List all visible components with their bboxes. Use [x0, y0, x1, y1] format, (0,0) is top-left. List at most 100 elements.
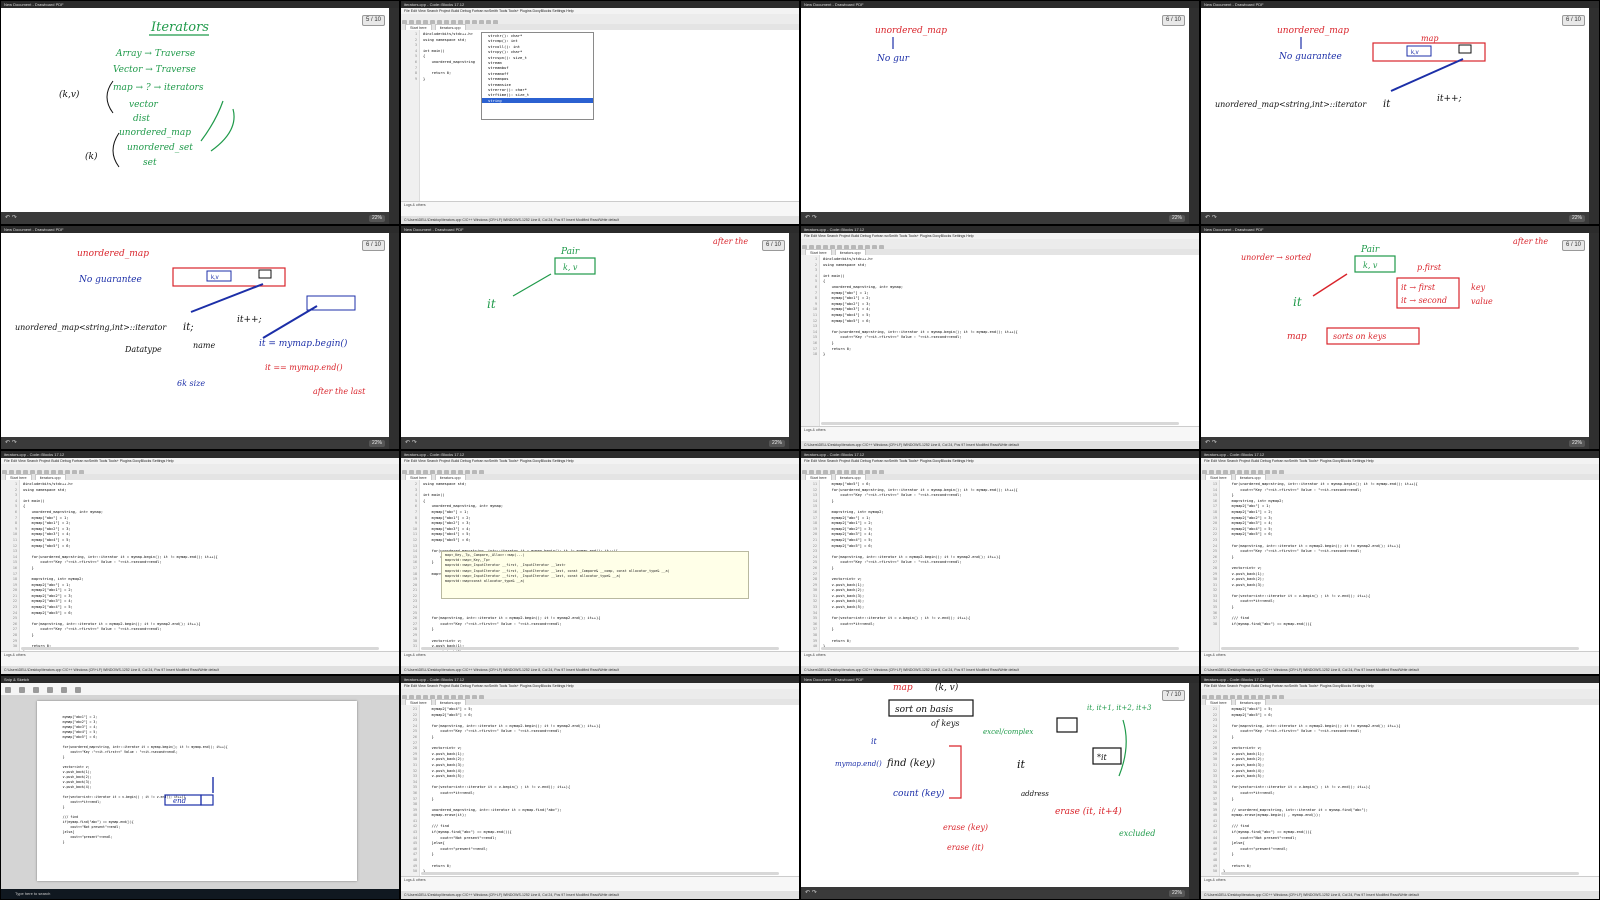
zoom-level[interactable]: 22% [368, 440, 385, 447]
status-bar: C:\Users\DELL\Desktop\iterators.cpp C/C+… [1201, 666, 1599, 674]
code-text[interactable]: #include<bits/stdc++.h> using namespace s… [823, 257, 1193, 358]
zoom-level[interactable]: 22% [768, 440, 785, 447]
whiteboard-tile-1: New Document - Drawboard PDF 5 / 10 Iter… [1, 1, 399, 224]
ink-text: key [1471, 283, 1486, 292]
undo-icon[interactable]: ↶ ↷ [5, 215, 17, 222]
code-text[interactable]: #include<bits/stdc++.h> using namespace s… [423, 32, 793, 82]
ink-text: sort on basis [895, 705, 954, 715]
code-text[interactable]: mymap["abc5"] = 6; for(unordered_map<str… [823, 482, 1193, 650]
line-numbers: 1 2 3 4 5 6 7 8 9 10 11 12 13 14 15 16 1… [812, 257, 817, 357]
zoom-level[interactable]: 22% [368, 215, 385, 222]
bottom-bar [401, 437, 789, 449]
whiteboard-tile-3: New Document - Drawboard PDF 6 / 10 unor… [801, 1, 1199, 224]
ink-text: of keys [931, 719, 960, 728]
horizontal-scrollbar[interactable] [21, 647, 379, 650]
code-text[interactable]: mymap2["abc4"] = 5; mymap2["abc5"] = 6; … [423, 707, 793, 875]
logs-panel: Logs & others [801, 426, 1199, 441]
whiteboard-tile-15: New Document - Drawboard PDF 7 / 10 map … [801, 676, 1199, 899]
undo-icon[interactable]: ↶ ↷ [805, 890, 817, 897]
code-text[interactable]: for(unordered_map<string, int>::iterator… [1223, 482, 1593, 627]
code-editor[interactable]: 21 22 23 24 25 26 27 28 29 30 31 32 33 3… [1201, 705, 1599, 877]
horizontal-scrollbar[interactable] [421, 647, 779, 650]
ink-text: excel/complex [983, 728, 1033, 736]
ink-text: map → ? → iterators [113, 83, 204, 93]
ink-layer: end [164, 777, 214, 806]
ink-text: map [1421, 34, 1438, 43]
ink-text: map [1287, 332, 1307, 342]
bottom-bar [1, 437, 389, 449]
ink-text: it [1017, 758, 1026, 771]
line-numbers: 2 3 4 5 6 7 8 9 10 11 12 13 14 15 16 17 … [412, 482, 417, 649]
ink-text: count (key) [893, 788, 945, 799]
logs-panel: Logs & others [401, 876, 799, 891]
ink-layer: Iterators Array → Traverse Vector → Trav… [59, 20, 235, 168]
whiteboard-tile-5: New Document - Drawboard PDF 6 / 10 unor… [1, 226, 399, 449]
bottom-bar [1201, 212, 1589, 224]
code-editor[interactable]: 1 2 3 4 5 6 7 8 9 #include<bits/stdc++.h… [401, 30, 799, 202]
logs-panel: Logs & others [1201, 876, 1599, 891]
ink-text: No guarantee [78, 275, 142, 285]
ide-tile-2: iterators.cpp - Code::Blocks 17.12 File … [401, 1, 799, 224]
pen-toolbar[interactable] [389, 233, 399, 449]
ink-layer: map (k, v) sort on basis of keys excel/c… [835, 682, 1155, 852]
undo-icon[interactable]: ↶ ↷ [405, 440, 417, 447]
zoom-level[interactable]: 22% [1568, 440, 1585, 447]
ink-text: it++; [237, 315, 262, 325]
code-editor[interactable]: 21 22 23 24 25 26 27 28 29 30 31 32 33 3… [401, 705, 799, 877]
autocomplete-item[interactable]: string [482, 97, 593, 104]
windows-taskbar[interactable]: Type here to search [1, 889, 399, 899]
zoom-level[interactable]: 22% [1568, 215, 1585, 222]
undo-icon[interactable]: ↶ ↷ [1205, 215, 1217, 222]
code-text[interactable]: mymap2["abc4"] = 5; mymap2["abc5"] = 6; … [1223, 707, 1593, 875]
horizontal-scrollbar[interactable] [821, 647, 1179, 650]
horizontal-scrollbar[interactable] [1221, 872, 1579, 875]
status-bar: C:\Users\DELL\Desktop\iterators.cpp C/C+… [401, 666, 799, 674]
horizontal-scrollbar[interactable] [821, 422, 1179, 425]
undo-icon[interactable]: ↶ ↷ [1205, 440, 1217, 447]
ink-text: it [1383, 99, 1391, 110]
line-numbers: 1 2 3 4 5 6 7 8 9 10 11 12 13 14 15 16 1… [12, 482, 17, 649]
ink-text: value [1471, 297, 1493, 306]
code-text[interactable]: #include<bits/stdc++.h> using namespace s… [23, 482, 393, 655]
pen-toolbar[interactable] [389, 8, 399, 224]
horizontal-scrollbar[interactable] [1221, 647, 1579, 650]
calltip-popup: map<_Key,_Tp,_Compare,_Alloc>::map(...) m… [441, 551, 749, 599]
pen-toolbar[interactable] [1589, 8, 1599, 224]
ink-text: Pair [1360, 245, 1380, 255]
whiteboard-tile-6: New Document - Drawboard PDF 6 / 10 Pair… [401, 226, 799, 449]
ink-text: erase (it) [947, 843, 984, 852]
ink-title: Iterators [150, 20, 209, 35]
pen-toolbar[interactable] [1189, 8, 1199, 224]
undo-icon[interactable]: ↶ ↷ [5, 440, 17, 447]
ink-text: name [193, 341, 216, 350]
ink-text: erase (it, it+4) [1055, 806, 1122, 817]
snip-sketch-tile-13: Snip & Sketch mymap["abc1"] = 2; mymap["… [1, 676, 399, 899]
code-editor[interactable]: 1 2 3 4 5 6 7 8 9 10 11 12 13 14 15 16 1… [1, 480, 399, 655]
pen-toolbar[interactable] [789, 233, 799, 449]
pen-toolbar[interactable] [1189, 683, 1199, 899]
undo-icon[interactable]: ↶ ↷ [805, 215, 817, 222]
ink-text: erase (key) [943, 823, 988, 832]
ink-text: mymap.end() [835, 760, 882, 768]
status-bar: C:\Users\DELL\Desktop\iterators.cpp C/C+… [1, 666, 399, 674]
status-bar: C:\Users\DELL\Desktop\iterators.cpp C/C+… [801, 666, 1199, 674]
ink-text: unordered_map [1277, 26, 1349, 36]
code-editor[interactable]: 11 12 13 14 15 16 17 18 19 20 21 22 23 2… [801, 480, 1199, 652]
window-title: iterators.cpp - Code::Blocks 17.12 [801, 451, 1199, 458]
window-title: iterators.cpp - Code::Blocks 17.12 [401, 1, 799, 8]
zoom-level[interactable]: 22% [1168, 215, 1185, 222]
autocomplete-popup[interactable]: strchr(): char* strcmp(): int strcoll(): i… [481, 32, 594, 120]
ink-text: unordered_map [119, 128, 191, 138]
status-bar: C:\Users\DELL\Desktop\iterators.cpp C/C+… [801, 441, 1199, 449]
pen-toolbar[interactable] [1589, 233, 1599, 449]
ink-text: it → first [1401, 283, 1436, 292]
ink-text: p.first [1417, 263, 1442, 272]
code-editor[interactable]: 13 14 15 16 17 18 19 20 21 22 23 24 25 2… [1201, 480, 1599, 652]
window-title: iterators.cpp - Code::Blocks 17.12 [401, 676, 799, 683]
code-editor[interactable]: 1 2 3 4 5 6 7 8 9 10 11 12 13 14 15 16 1… [801, 255, 1199, 427]
zoom-level[interactable]: 22% [1168, 890, 1185, 897]
logs-panel: Logs & others [1201, 651, 1599, 666]
snip-canvas[interactable]: mymap["abc1"] = 2; mymap["abc2"] = 3; my… [1, 695, 399, 889]
code-line: if(mymap.find("abc") == mymap.end()){ [1223, 621, 1312, 626]
horizontal-scrollbar[interactable] [421, 872, 779, 875]
